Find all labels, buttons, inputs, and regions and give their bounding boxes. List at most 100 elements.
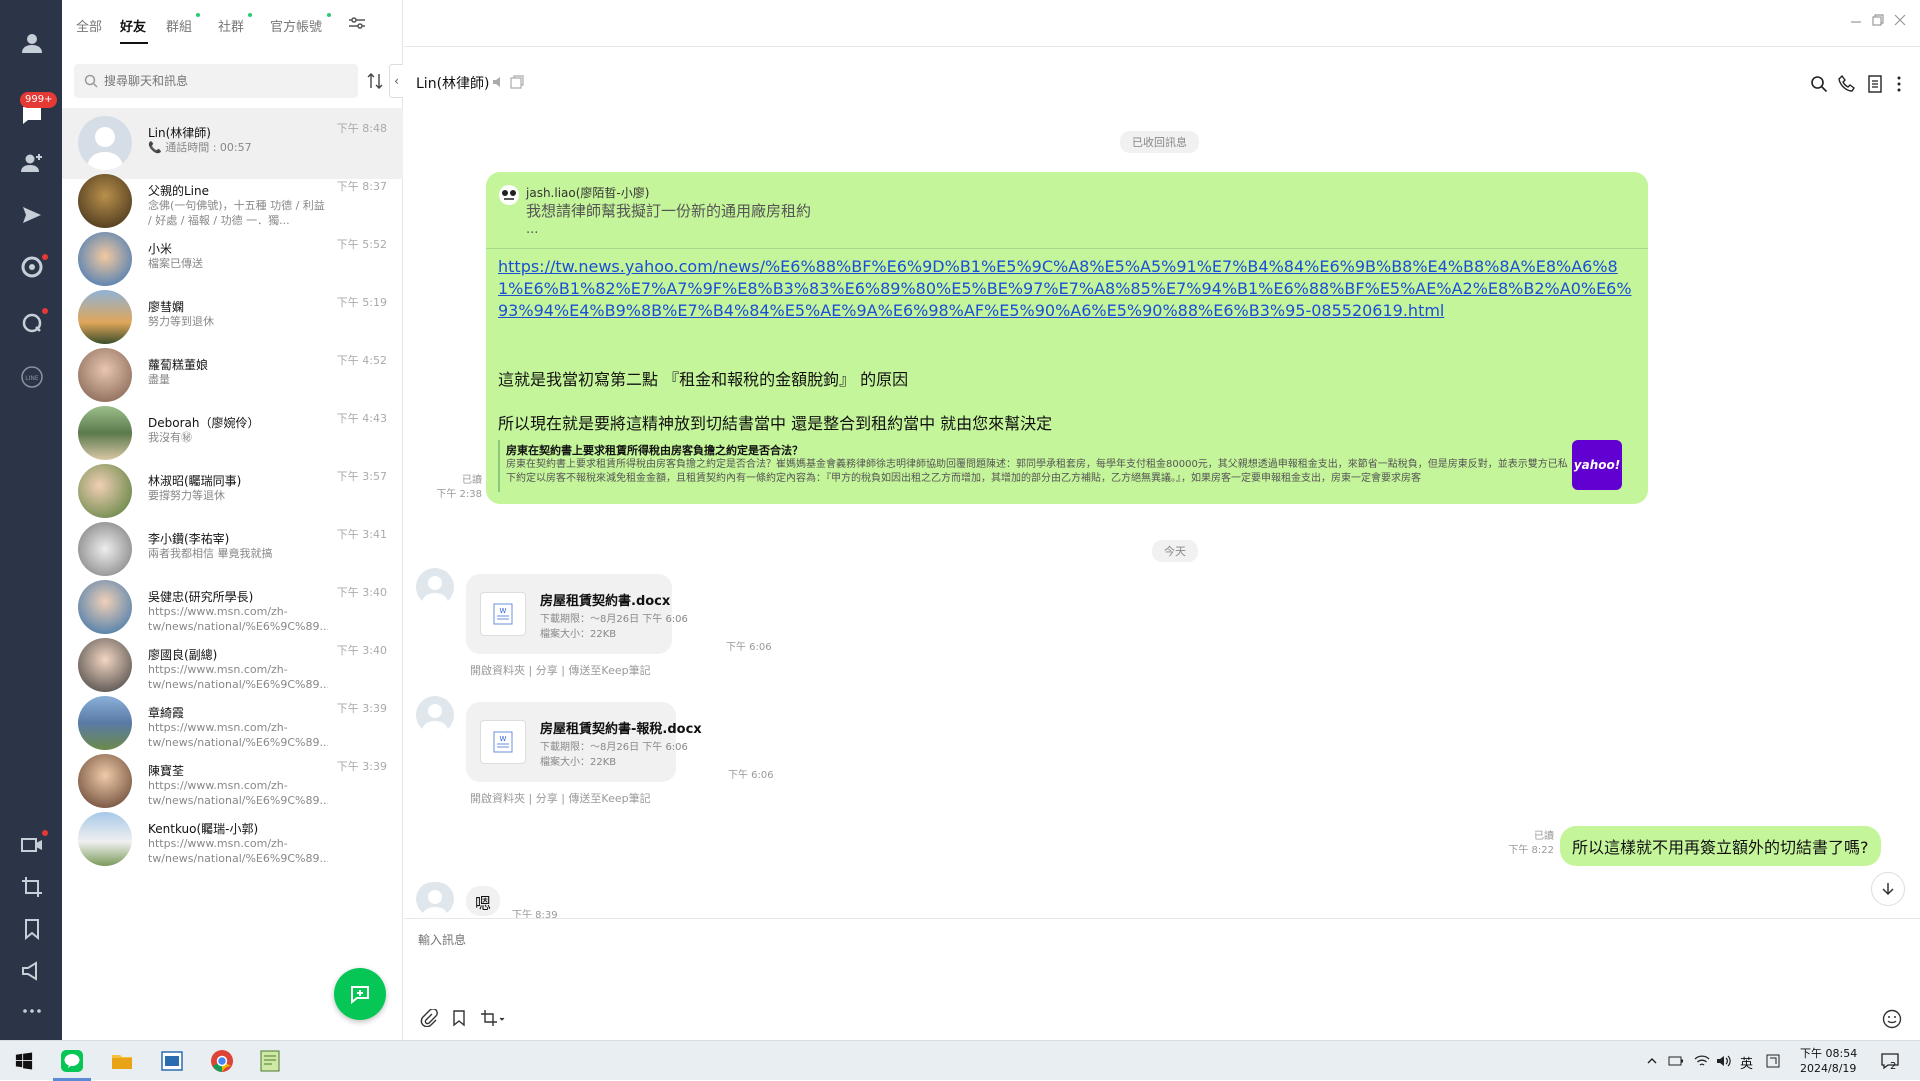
avatar (78, 580, 132, 634)
chat-name: 父親的Line (148, 184, 210, 198)
bookmark-icon[interactable] (19, 916, 45, 942)
link-preview-card[interactable]: 房東在契約書上要求租賃所得稅由房客負擔之約定是否合法？ 房東在契約書上要求租賃所… (498, 440, 1634, 492)
file-message[interactable]: W 房屋租賃契約書.docx 下載期限：～8月26日 下午 6:06 檔案大小：… (466, 574, 688, 654)
new-chat-button[interactable] (334, 968, 386, 1020)
clock-time[interactable]: 下午 08:54 (1800, 1045, 1857, 1061)
avatar (78, 406, 132, 460)
chat-name: 蘿蔔糕董娘 (148, 358, 209, 372)
message-input[interactable] (418, 931, 1818, 971)
screenshot-icon[interactable] (480, 1009, 506, 1027)
chat-preview: https://www.msn.com/zh-tw/news/national/… (148, 837, 328, 865)
chat-name: 廖彗嫻 (148, 300, 185, 314)
read-receipt: 已讀 下午 8:22 (1500, 830, 1554, 858)
windows-start-icon[interactable] (10, 1047, 38, 1075)
tab-friends[interactable]: 好友 (120, 16, 146, 35)
video-dot (42, 830, 48, 836)
quote-sender: jash.liao(廖陌晢-小廖) (526, 186, 650, 200)
tab-groups[interactable]: 群組 (166, 16, 192, 35)
chat-preview: 我沒有㊙ (148, 431, 192, 444)
file-explorer-icon[interactable] (108, 1047, 136, 1075)
search-box (74, 64, 358, 98)
wifi-icon[interactable] (1694, 1054, 1710, 1068)
chat-list-item[interactable]: Kentkuo(矚瑞-小郭) https://www.msn.com/zh-tw… (62, 804, 403, 875)
filter-settings-icon[interactable] (348, 15, 366, 31)
chat-preview: 兩者我都相信 畢竟我就搞 (148, 547, 273, 560)
avatar (78, 174, 132, 228)
file-actions[interactable]: 開啟資料夾 | 分享 | 傳送至Keep筆記 (470, 662, 651, 678)
date-divider: 今天 (1152, 540, 1198, 562)
line-app-window: 999+ LINE 全部 好友 群組 社群 官方帳號 搜尋聊天和訊息 ‹ Lin… (0, 0, 1920, 1040)
crop-icon[interactable] (19, 874, 45, 900)
quote-divider (486, 248, 1648, 249)
search-icon[interactable] (1810, 75, 1828, 93)
ime-indicator[interactable]: 英 (1740, 1053, 1753, 1072)
clock-date[interactable]: 2024/8/19 (1800, 1062, 1856, 1075)
message-text: 這就是我當初寫第二點 『租金和報稅的金額脫鉤』 的原因 (498, 370, 909, 389)
message-input-area (404, 918, 1920, 1040)
window-icon[interactable] (510, 75, 524, 89)
open-chat-icon[interactable] (19, 310, 45, 336)
moments-dot (42, 254, 48, 260)
chat-time: 下午 4:43 (336, 412, 387, 425)
more-options-icon[interactable] (1890, 75, 1908, 93)
svg-text:W: W (500, 607, 507, 615)
tab-community[interactable]: 社群 (218, 16, 244, 35)
search-input[interactable] (104, 64, 354, 98)
chrome-icon[interactable] (208, 1047, 236, 1075)
new-chat-icon (351, 986, 369, 1005)
moments-icon[interactable] (19, 254, 45, 280)
tab-all[interactable]: 全部 (76, 16, 102, 35)
groups-dot (196, 13, 200, 17)
file-actions[interactable]: 開啟資料夾 | 分享 | 傳送至Keep筆記 (470, 790, 651, 806)
windows-taskbar: 英 下午 08:54 2024/8/19 2 (0, 1040, 1920, 1081)
more-icon[interactable] (19, 998, 45, 1024)
send-icon[interactable] (19, 202, 45, 228)
input-mode-icon[interactable] (1766, 1054, 1780, 1068)
notepad-icon[interactable] (256, 1047, 284, 1075)
outgoing-message-bubble[interactable]: jash.liao(廖陌晢-小廖) 我想請律師幫我擬訂一份新的通用廠房租約 ..… (486, 172, 1648, 504)
line-app-icon[interactable] (58, 1047, 86, 1075)
mute-icon[interactable] (492, 75, 506, 89)
chat-time: 下午 3:40 (336, 586, 387, 599)
recalled-notice: 已收回訊息 (1120, 131, 1199, 153)
chat-area: Lin(林律師) 已收回訊息 jash.liao(廖陌晢-小廖) 我想請律師幫我… (404, 0, 1920, 1040)
yahoo-logo: yahoo! (1572, 440, 1622, 490)
battery-icon[interactable] (1668, 1054, 1684, 1068)
megaphone-icon[interactable] (19, 958, 45, 984)
file-size: 檔案大小：22KB (540, 757, 617, 768)
person-icon[interactable] (19, 30, 45, 56)
avatar (78, 522, 132, 576)
incoming-message-bubble[interactable]: 嗯 (466, 886, 500, 916)
word-document-icon: W (480, 592, 526, 636)
bookmark-icon[interactable] (450, 1009, 468, 1027)
avatar (78, 464, 132, 518)
sender-avatar-icon (499, 185, 519, 205)
file-size: 檔案大小：22KB (540, 629, 617, 640)
scroll-to-bottom-button[interactable] (1871, 872, 1905, 906)
chat-name: 李小鑽(李祐宰) (148, 532, 230, 546)
tab-official[interactable]: 官方帳號 (270, 16, 322, 35)
notes-icon[interactable] (1866, 75, 1884, 93)
chat-time: 下午 3:57 (336, 470, 387, 483)
chevron-up-icon[interactable] (1646, 1055, 1658, 1067)
file-message[interactable]: W 房屋租賃契約書-報稅.docx 下載期限：～8月26日 下午 6:06 檔案… (466, 702, 702, 782)
chat-title: Lin(林律師) (416, 76, 490, 92)
unread-badge: 999+ (20, 92, 58, 108)
collapse-panel-button[interactable]: ‹ (389, 64, 403, 98)
add-friend-icon[interactable] (19, 150, 45, 176)
avatar (78, 812, 132, 866)
sort-icon[interactable] (367, 72, 383, 90)
outgoing-message-bubble[interactable]: 所以這樣就不用再簽立額外的切結書了嗎? (1560, 826, 1881, 866)
video-icon[interactable] (19, 832, 45, 858)
preview-description: 房東在契約書上要求租賃所得稅由房客負擔之約定是否合法？崔媽媽基金會義務律師徐志明… (506, 459, 1568, 484)
file-name: 房屋租賃契約書.docx (540, 594, 671, 609)
phone-icon[interactable] (1838, 75, 1856, 93)
svg-text:LINE: LINE (25, 375, 39, 382)
emoji-icon[interactable] (1882, 1009, 1902, 1029)
message-link[interactable]: https://tw.news.yahoo.com/news/%E6%88%BF… (498, 256, 1634, 322)
app-window-icon[interactable] (158, 1047, 186, 1075)
line-icon[interactable]: LINE (19, 364, 45, 390)
attach-icon[interactable] (420, 1009, 438, 1027)
volume-icon[interactable] (1716, 1054, 1732, 1068)
contact-avatar (416, 568, 454, 606)
